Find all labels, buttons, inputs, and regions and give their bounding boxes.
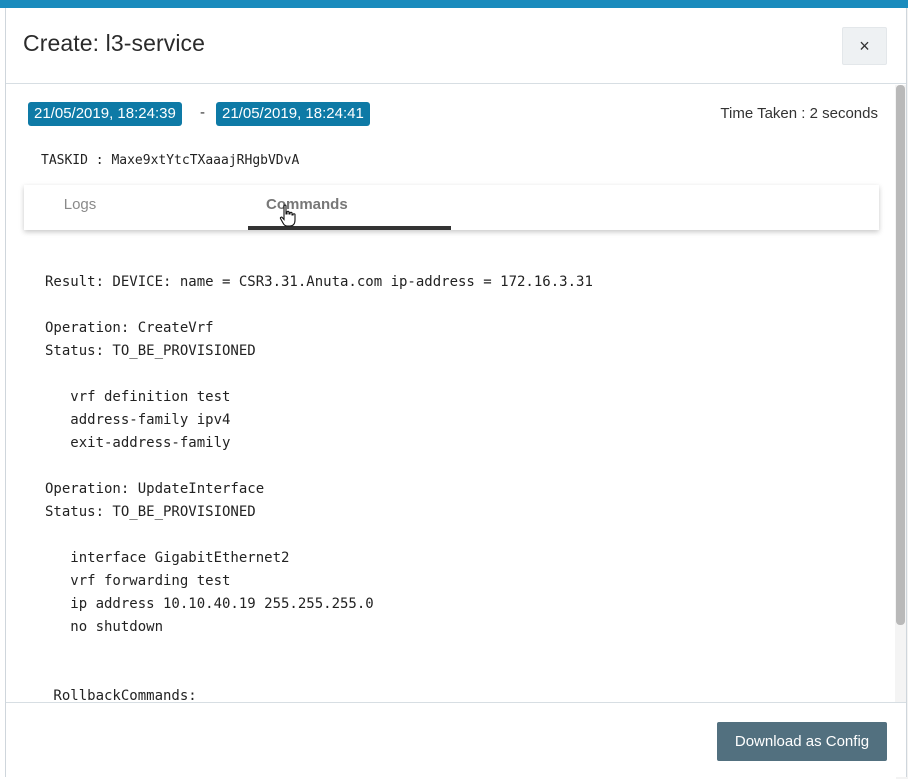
command-line: Status: TO_BE_PROVISIONED <box>45 343 256 359</box>
tab-logs[interactable]: Logs <box>24 185 136 230</box>
date-separator: - <box>200 104 205 121</box>
top-accent-strip <box>0 0 908 8</box>
command-line: Result: DEVICE: name = CSR3.31.Anuta.com… <box>45 274 593 290</box>
command-line <box>45 363 593 386</box>
start-time-badge: 21/05/2019, 18:24:39 <box>28 102 182 126</box>
task-id: TASKID : Maxe9xtYtcTXaaajRHgbVDvA <box>41 153 300 168</box>
modal-title: Create: l3-service <box>23 30 206 56</box>
scrollbar-thumb[interactable] <box>896 85 905 625</box>
command-line <box>45 524 593 547</box>
commands-output: Result: DEVICE: name = CSR3.31.Anuta.com… <box>45 271 593 702</box>
command-line: vrf forwarding test <box>45 573 231 589</box>
hand-pointer-icon <box>279 204 296 227</box>
command-line: exit-address-family <box>45 435 231 451</box>
modal-header: Create: l3-service × <box>6 8 906 84</box>
command-line: address-family ipv4 <box>45 412 231 428</box>
download-config-button[interactable]: Download as Config <box>717 722 887 761</box>
command-line: no shutdown <box>45 619 164 635</box>
tab-bar: Logs Commands <box>24 185 879 230</box>
command-line <box>45 639 593 662</box>
close-icon: × <box>859 36 870 56</box>
command-line <box>45 662 593 685</box>
command-line <box>45 294 593 317</box>
command-line: RollbackCommands: <box>45 688 197 702</box>
time-taken: Time Taken : 2 seconds <box>720 105 878 122</box>
task-details-modal: Create: l3-service × 21/05/2019, 18:24:3… <box>5 8 907 777</box>
modal-body[interactable]: 21/05/2019, 18:24:39 - 21/05/2019, 18:24… <box>6 85 895 702</box>
command-line: Status: TO_BE_PROVISIONED <box>45 504 256 520</box>
close-button[interactable]: × <box>842 27 887 65</box>
end-time-badge: 21/05/2019, 18:24:41 <box>216 102 370 126</box>
command-line <box>45 455 593 478</box>
command-line: Operation: CreateVrf <box>45 320 214 336</box>
command-line: ip address 10.10.40.19 255.255.255.0 <box>45 596 374 612</box>
modal-footer: Download as Config <box>6 702 906 777</box>
command-line: interface GigabitEthernet2 <box>45 550 290 566</box>
command-line: Operation: UpdateInterface <box>45 481 265 497</box>
command-line: vrf definition test <box>45 389 231 405</box>
